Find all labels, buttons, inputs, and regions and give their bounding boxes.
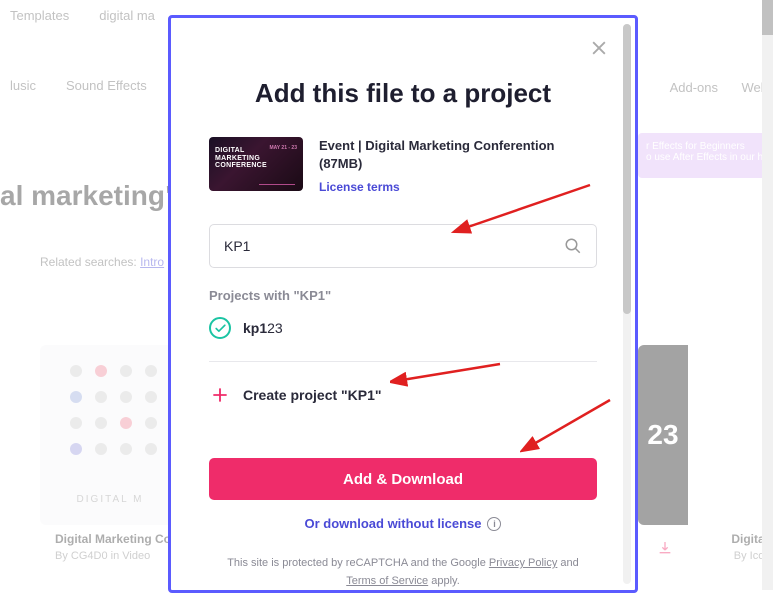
result-author: By CG4D0 in Video — [55, 550, 150, 562]
license-terms-link[interactable]: License terms — [319, 180, 400, 194]
projects-with-label: Projects with "KP1" — [209, 288, 597, 303]
promo-card[interactable]: r Effects for Beginners o use After Effe… — [638, 133, 773, 178]
nav-addons[interactable]: Add-ons — [670, 80, 718, 95]
project-search[interactable] — [209, 224, 597, 268]
related-link[interactable]: Intro — [140, 255, 164, 269]
result-title[interactable]: Digital Marketing Co — [55, 532, 171, 546]
divider — [209, 361, 597, 362]
search-icon — [564, 237, 582, 255]
file-name: Event | Digital Marketing Conferention (… — [319, 137, 597, 172]
create-project-label: Create project "KP1" — [243, 387, 382, 403]
result-card[interactable]: 23 — [638, 345, 688, 525]
related-searches: Related searches: Intro — [40, 255, 164, 269]
privacy-policy-link[interactable]: Privacy Policy — [489, 557, 557, 569]
terms-of-service-link[interactable]: Terms of Service — [346, 575, 428, 587]
info-icon[interactable]: i — [487, 517, 501, 531]
file-thumbnail: MAY 21 - 23 DIGITAL MARKETING CONFERENCE — [209, 137, 303, 191]
modal-title: Add this file to a project — [209, 78, 597, 109]
project-name: kp123 — [243, 320, 283, 336]
add-and-download-button[interactable]: Add & Download — [209, 458, 597, 500]
check-icon — [209, 317, 231, 339]
download-icon[interactable] — [657, 540, 673, 561]
page-scrollbar-track — [762, 10, 773, 590]
nav-templates[interactable]: Templates — [10, 8, 69, 23]
search-results-heading: al marketing" — [0, 180, 178, 212]
nav-music[interactable]: lusic — [10, 78, 36, 93]
file-summary: MAY 21 - 23 DIGITAL MARKETING CONFERENCE… — [209, 137, 597, 196]
download-without-license-link[interactable]: Or download without license i — [209, 516, 597, 531]
add-to-project-modal: Add this file to a project MAY 21 - 23 D… — [168, 15, 638, 593]
create-project-button[interactable]: Create project "KP1" — [209, 384, 597, 406]
recaptcha-notice: This site is protected by reCAPTCHA and … — [209, 555, 597, 590]
plus-icon — [209, 384, 231, 406]
close-button[interactable] — [587, 36, 611, 60]
modal-scrollbar-thumb[interactable] — [623, 24, 631, 314]
project-search-input[interactable] — [224, 238, 564, 254]
nav-sound-effects[interactable]: Sound Effects — [66, 78, 147, 93]
page-scrollbar-thumb[interactable] — [762, 0, 773, 35]
project-option[interactable]: kp123 — [209, 317, 597, 339]
result-card[interactable]: DIGITAL M — [40, 345, 180, 525]
nav-item[interactable]: digital ma — [99, 8, 155, 23]
